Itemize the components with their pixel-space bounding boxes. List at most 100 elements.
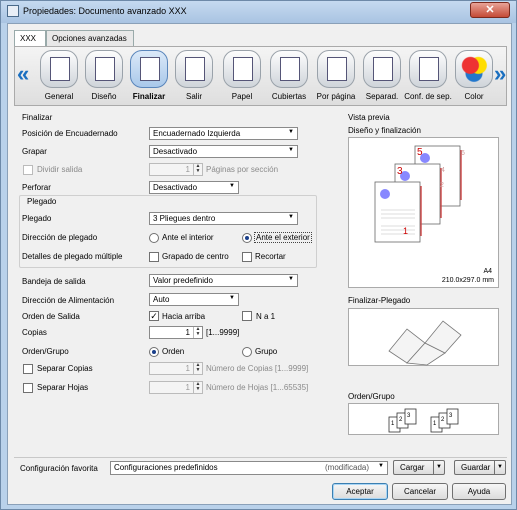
perforar-dropdown[interactable]: Desactivado <box>149 181 239 194</box>
dialog-client: XXX Opciones avanzadas « General Diseño … <box>7 23 512 505</box>
bandeja-dropdown[interactable]: Valor predefinido <box>149 274 298 287</box>
n-a-1-label: N a 1 <box>256 312 276 321</box>
separar-hojas-spinner[interactable]: 1 ▲ ▼ <box>149 381 203 394</box>
alimentacion-label: Dirección de Alimentación <box>22 296 115 305</box>
paper-icon <box>223 50 261 88</box>
separar-copias-label: Separar Copias <box>37 364 93 373</box>
finishing-icon <box>130 50 168 88</box>
separar-hojas-value: 1 <box>185 383 190 392</box>
radio-grupo-label: Grupo <box>255 347 278 356</box>
scroll-left-icon[interactable]: « <box>17 61 29 87</box>
paper-dims: 210.0x297.0 mm <box>441 277 494 284</box>
tb-cubiertas[interactable]: Cubiertas <box>267 49 311 105</box>
dividir-label: Dividir salida <box>37 165 83 174</box>
cancelar-button[interactable]: Cancelar <box>392 483 448 500</box>
guardar-button[interactable]: Guardar ▼ <box>454 460 506 475</box>
radio-orden[interactable] <box>149 347 159 357</box>
diseno-finalizacion-label: Diseño y finalización <box>348 126 421 135</box>
folded-paper-icon <box>388 320 462 366</box>
n-a-1-checkbox[interactable] <box>242 311 252 321</box>
footer-divider <box>14 457 507 458</box>
layout-preview: 1 3 5 2 4 6 A4 210.0x297.0 mm <box>348 137 499 288</box>
tab-opciones-avanzadas[interactable]: Opciones avanzadas <box>46 30 134 46</box>
aceptar-button[interactable]: Aceptar <box>332 483 388 500</box>
grapado-centro-label: Grapado de centro <box>162 252 229 261</box>
tb-conf-sep[interactable]: Conf. de sep. <box>404 49 452 105</box>
separar-copias-spinner[interactable]: 1 ▲ ▼ <box>149 362 203 375</box>
tab-xxx[interactable]: XXX <box>14 30 46 47</box>
posicion-label: Posición de Encuadernado <box>22 129 118 138</box>
spinner-arrows-icon[interactable]: ▲ ▼ <box>193 164 202 175</box>
tb-general[interactable]: General <box>37 49 81 105</box>
hacia-arriba-checkbox[interactable]: ✓ <box>149 311 159 321</box>
stack-a-2: 2 <box>399 417 403 423</box>
tb-salir[interactable]: Salir <box>172 49 216 105</box>
tb-papel[interactable]: Papel <box>220 49 264 105</box>
tb-por-pagina[interactable]: Por página <box>314 49 358 105</box>
radio-grupo[interactable] <box>242 347 252 357</box>
recortar-label: Recortar <box>255 252 286 261</box>
collate-stacks-icon <box>388 408 459 433</box>
plegado-label: Plegado <box>22 214 52 223</box>
page-num-4: 4 <box>441 167 445 174</box>
fav-dropdown[interactable]: Configuraciones predefinidos (modificada… <box>110 461 388 475</box>
color-icon <box>455 50 493 88</box>
fav-value: Configuraciones predefinidos <box>114 463 218 472</box>
cover-icon <box>270 50 308 88</box>
tb-color[interactable]: Color <box>452 49 496 105</box>
spinner-arrows-icon[interactable]: ▲ ▼ <box>193 363 202 374</box>
chevron-down-icon[interactable]: ▼ <box>494 461 505 474</box>
dividir-spinner[interactable]: 1 ▲ ▼ <box>149 163 203 176</box>
posicion-dropdown[interactable]: Encuadernado Izquierda <box>149 127 298 140</box>
guardar-label: Guardar <box>461 463 491 472</box>
spinner-arrows-icon[interactable]: ▲ ▼ <box>193 327 202 338</box>
stack-b-2: 2 <box>441 417 445 423</box>
plegado-dropdown[interactable]: 3 Pliegues dentro <box>149 212 298 225</box>
close-button[interactable]: ✕ <box>470 2 510 18</box>
radio-exterior[interactable] <box>242 233 252 243</box>
output-icon <box>175 50 213 88</box>
recortar-checkbox[interactable] <box>242 252 252 262</box>
paper-size: A4 <box>483 268 492 275</box>
window-icon <box>7 5 19 17</box>
separar-copias-checkbox[interactable] <box>23 364 33 374</box>
page-num-1: 1 <box>403 226 409 236</box>
copias-label: Copias <box>22 328 47 337</box>
tb-separad[interactable]: Separad. <box>360 49 404 105</box>
spinner-arrows-icon[interactable]: ▲ ▼ <box>193 382 202 393</box>
dividir-hint: Páginas por sección <box>206 165 279 174</box>
orden-salida-label: Orden de Salida <box>22 312 80 321</box>
cargar-button[interactable]: Cargar ▼ <box>393 460 445 475</box>
radio-interior[interactable] <box>149 233 159 243</box>
fav-label: Configuración favorita <box>20 464 98 473</box>
hacia-arriba-label: Hacia arriba <box>162 312 206 321</box>
tb-finalizar[interactable]: Finalizar <box>127 49 171 105</box>
page-num-5: 5 <box>417 147 423 158</box>
orden-grupo-preview-label: Orden/Grupo <box>348 392 395 401</box>
dividir-value: 1 <box>185 165 190 174</box>
ayuda-button[interactable]: Ayuda <box>452 483 506 500</box>
page-num-2: 2 <box>440 182 444 189</box>
grapar-label: Grapar <box>22 147 47 156</box>
radio-orden-label: Orden <box>162 347 185 356</box>
copias-range: [1...9999] <box>206 328 240 337</box>
settings-pane: Finalizar Posición de Encuadernado Encua… <box>14 110 339 452</box>
bandeja-label: Bandeja de salida <box>22 277 86 286</box>
grapado-centro-checkbox[interactable] <box>149 252 159 262</box>
dividir-checkbox[interactable] <box>23 165 33 175</box>
pages-preview-icon <box>374 145 462 243</box>
collate-preview: 1 2 3 1 2 3 <box>348 403 499 435</box>
stack-b-3: 3 <box>449 413 453 419</box>
stack-b-1: 1 <box>433 421 437 427</box>
tb-diseno[interactable]: Diseño <box>82 49 126 105</box>
scroll-right-icon[interactable]: » <box>494 61 506 87</box>
chevron-down-icon[interactable]: ▼ <box>433 461 444 474</box>
direccion-label: Dirección de plegado <box>22 233 98 242</box>
separar-hojas-checkbox[interactable] <box>23 383 33 393</box>
copias-spinner[interactable]: 1 ▲ ▼ <box>149 326 203 339</box>
grapar-dropdown[interactable]: Desactivado <box>149 145 298 158</box>
fav-state: (modificada) <box>324 463 369 472</box>
alimentacion-dropdown[interactable]: Auto <box>149 293 239 306</box>
detalles-label: Detalles de plegado múltiple <box>22 252 123 261</box>
section-plegado: Plegado <box>27 197 57 206</box>
